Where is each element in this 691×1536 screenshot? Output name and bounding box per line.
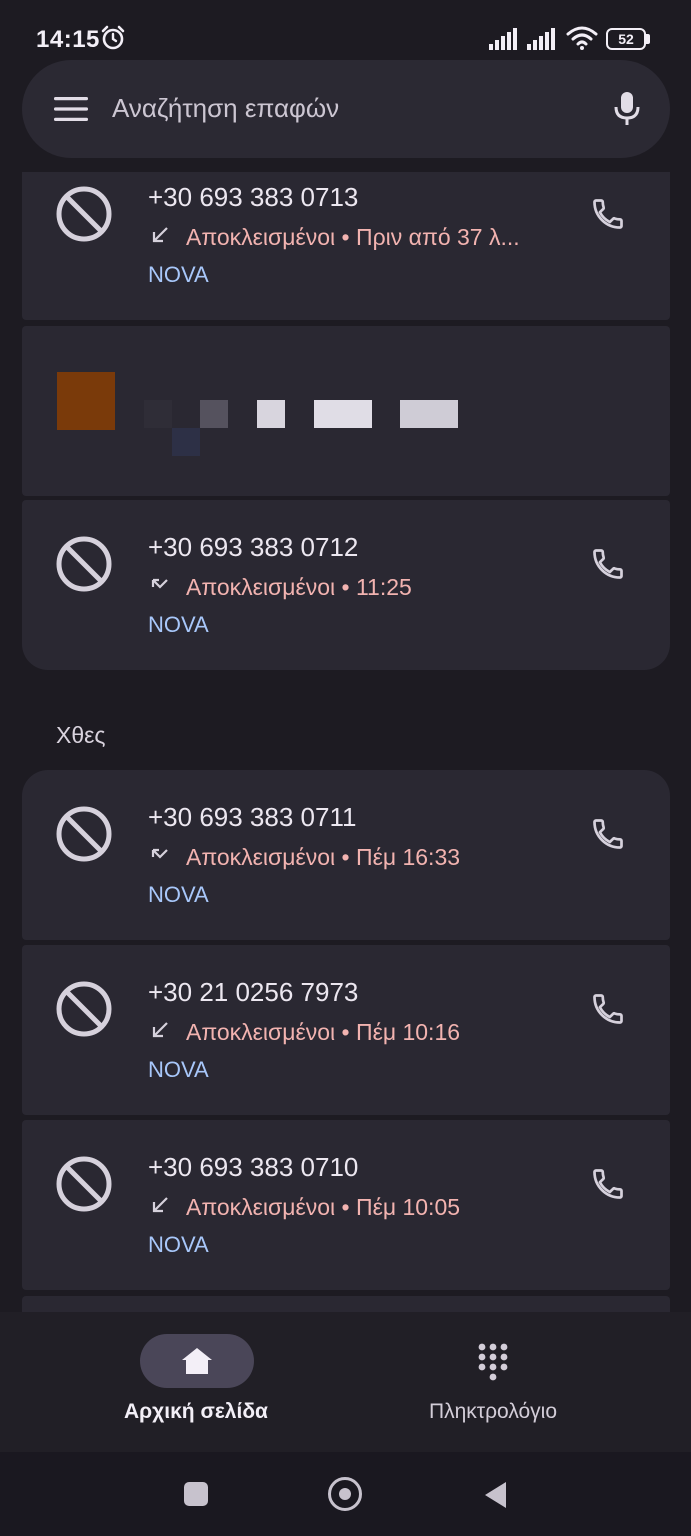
call-status: Αποκλεισμένοι • Πέμ 10:16 <box>148 1019 460 1046</box>
call-status: Αποκλεισμένοι • 11:25 <box>148 574 412 601</box>
phone-app-screen: 14:15 52 +30 693 383 0713 Αποκλεισμένοι … <box>0 0 691 1536</box>
blocked-icon <box>56 536 112 592</box>
phone-call-icon[interactable] <box>590 991 626 1027</box>
battery-cap <box>646 34 650 44</box>
battery-percentage: 52 <box>618 31 634 47</box>
call-status: Αποκλεισμένοι • Πέμ 10:05 <box>148 1194 460 1221</box>
section-header-yesterday: Χθες <box>56 722 106 748</box>
blocked-icon <box>56 981 112 1037</box>
home-icon <box>182 1348 212 1374</box>
phone-call-icon[interactable] <box>590 196 626 232</box>
dialpad-icon[interactable] <box>477 1342 509 1382</box>
pixel-block <box>400 400 458 428</box>
alarm-icon <box>101 25 125 50</box>
call-log-item[interactable]: +30 693 383 0710 Αποκλεισμένοι • Πέμ 10:… <box>22 1120 670 1290</box>
call-number: +30 693 383 0711 <box>148 802 357 832</box>
signal-icon-sim1 <box>489 28 517 50</box>
incoming-call-icon <box>152 1022 168 1038</box>
call-log-item[interactable]: +30 693 383 0711 Αποκλεισμένοι • Πέμ 16:… <box>22 770 670 940</box>
call-status-text: Αποκλεισμένοι • 11:25 <box>186 574 412 600</box>
call-status-text: Αποκλεισμένοι • Πέμ 10:05 <box>186 1194 461 1220</box>
back-icon[interactable] <box>482 1480 508 1510</box>
blocked-icon <box>56 806 112 862</box>
phone-call-icon[interactable] <box>590 546 626 582</box>
call-carrier: NOVA <box>148 262 209 287</box>
wifi-icon <box>566 26 598 50</box>
call-log-item[interactable]: +30 21 0256 7973 Αποκλεισμένοι • Πέμ 10:… <box>22 945 670 1115</box>
call-number: +30 21 0256 7973 <box>148 977 359 1007</box>
call-carrier: NOVA <box>148 612 209 637</box>
pixel-block <box>144 400 172 428</box>
blocked-icon <box>56 1156 112 1212</box>
search-input[interactable]: Αναζήτηση επαφών <box>112 93 339 124</box>
call-carrier: NOVA <box>148 1232 209 1257</box>
pixel-block <box>200 400 228 428</box>
call-log-item-obscured[interactable] <box>22 326 670 496</box>
incoming-call-icon <box>152 227 168 243</box>
call-log-item[interactable]: +30 693 383 0713 Αποκλεισμένοι • Πριν απ… <box>22 172 670 320</box>
call-number: +30 693 383 0712 <box>148 532 359 562</box>
call-number: +30 693 383 0713 <box>148 182 359 212</box>
nav-home-button[interactable] <box>140 1334 254 1388</box>
battery-indicator: 52 <box>606 28 646 50</box>
missed-call-icon <box>151 578 168 589</box>
call-status-text: Αποκλεισμένοι • Πέμ 10:16 <box>186 1019 461 1045</box>
mic-icon[interactable] <box>612 90 642 128</box>
blocked-icon <box>56 186 112 242</box>
system-home-dot <box>339 1488 351 1500</box>
call-status-text: Αποκλεισμένοι • Πέμ 16:33 <box>186 844 461 870</box>
signal-icon-sim2 <box>527 28 555 50</box>
search-bar[interactable]: Αναζήτηση επαφών <box>22 60 670 158</box>
status-bar: 14:15 52 <box>0 0 691 60</box>
call-status-text: Αποκλεισμένοι • Πριν από 37 λ... <box>186 224 520 250</box>
call-status: Αποκλεισμένοι • Πέμ 16:33 <box>148 844 460 871</box>
pixel-block <box>314 400 372 428</box>
nav-dialpad-label[interactable]: Πληκτρολόγιο <box>393 1400 593 1424</box>
pixel-block <box>172 428 200 456</box>
call-number: +30 693 383 0710 <box>148 1152 359 1182</box>
missed-call-icon <box>151 848 168 859</box>
status-time: 14:15 <box>36 26 100 53</box>
incoming-call-icon <box>152 1197 168 1213</box>
nav-home-label[interactable]: Αρχική σελίδα <box>96 1400 296 1424</box>
call-status: Αποκλεισμένοι • Πριν από 37 λ... <box>148 224 520 251</box>
pixel-block <box>257 400 285 428</box>
call-log-item[interactable]: +30 693 383 0712 Αποκλεισμένοι • 11:25 N… <box>22 500 670 670</box>
system-home-button[interactable] <box>328 1477 362 1511</box>
phone-call-icon[interactable] <box>590 1166 626 1202</box>
menu-icon[interactable] <box>54 96 88 122</box>
call-carrier: NOVA <box>148 1057 209 1082</box>
phone-call-icon[interactable] <box>590 816 626 852</box>
recents-button[interactable] <box>184 1482 208 1506</box>
system-navigation-bar <box>0 1452 691 1536</box>
avatar-obscured <box>57 372 115 430</box>
bottom-navigation: Αρχική σελίδα Πληκτρολόγιο <box>0 1312 691 1452</box>
call-carrier: NOVA <box>148 882 209 907</box>
